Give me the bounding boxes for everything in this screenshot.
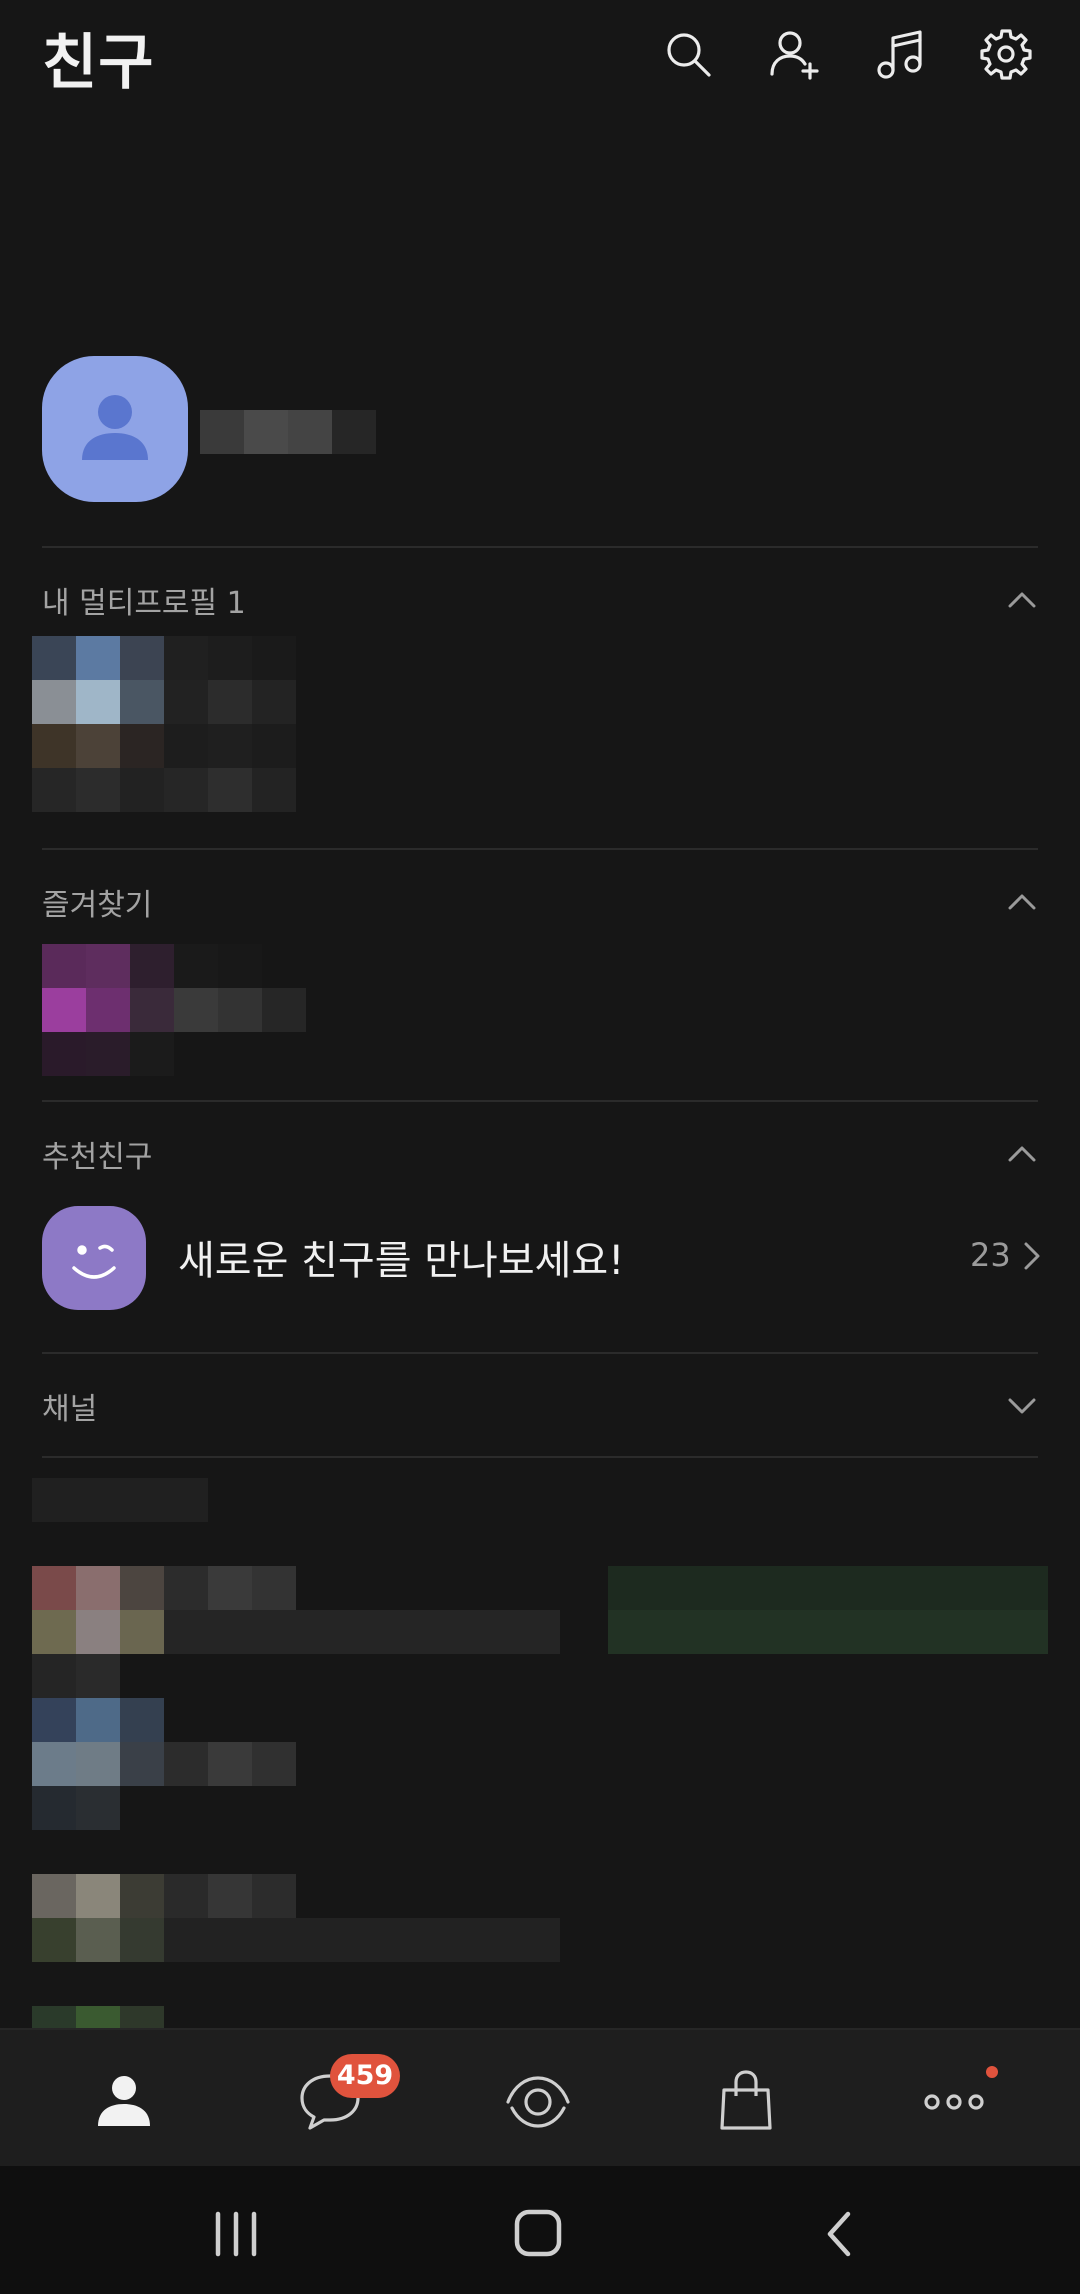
back-icon[interactable] bbox=[810, 2208, 870, 2260]
smile-icon[interactable] bbox=[42, 1206, 146, 1310]
chevron-up-icon[interactable] bbox=[1002, 1134, 1042, 1174]
chat-badge: 459 bbox=[330, 2054, 400, 2098]
page-title: 친구 bbox=[42, 28, 155, 98]
divider bbox=[42, 1100, 1038, 1102]
section-label-channel: 채널 bbox=[42, 1392, 98, 1427]
home-icon[interactable] bbox=[508, 2208, 568, 2260]
music-icon[interactable] bbox=[872, 26, 928, 82]
chevron-up-icon[interactable] bbox=[1002, 882, 1042, 922]
divider bbox=[42, 1352, 1038, 1354]
more-notification-dot bbox=[986, 2066, 998, 2078]
avatar[interactable] bbox=[42, 356, 188, 502]
view-icon[interactable] bbox=[502, 2068, 574, 2132]
divider bbox=[42, 848, 1038, 850]
recent-apps-icon[interactable] bbox=[206, 2208, 266, 2260]
chevron-down-icon[interactable] bbox=[1002, 1386, 1042, 1426]
settings-icon[interactable] bbox=[978, 26, 1034, 82]
section-label-recommended: 추천친구 bbox=[42, 1140, 153, 1175]
more-icon[interactable] bbox=[918, 2068, 990, 2132]
chevron-up-icon[interactable] bbox=[1002, 580, 1042, 620]
divider bbox=[42, 546, 1038, 548]
search-icon[interactable] bbox=[660, 26, 716, 82]
shopping-icon[interactable] bbox=[710, 2068, 782, 2132]
divider bbox=[42, 1456, 1038, 1458]
friends-icon[interactable] bbox=[88, 2068, 160, 2132]
recommend-friends-text[interactable]: 새로운 친구를 만나보세요! bbox=[178, 1228, 624, 1286]
section-label-favorites: 즐겨찾기 bbox=[42, 888, 153, 923]
chevron-right-icon[interactable] bbox=[1016, 1238, 1046, 1274]
recommend-count: 23 bbox=[970, 1236, 1011, 1274]
add-friend-icon[interactable] bbox=[766, 26, 822, 82]
section-label-multi-profile: 내 멀티프로필 1 bbox=[42, 586, 246, 621]
